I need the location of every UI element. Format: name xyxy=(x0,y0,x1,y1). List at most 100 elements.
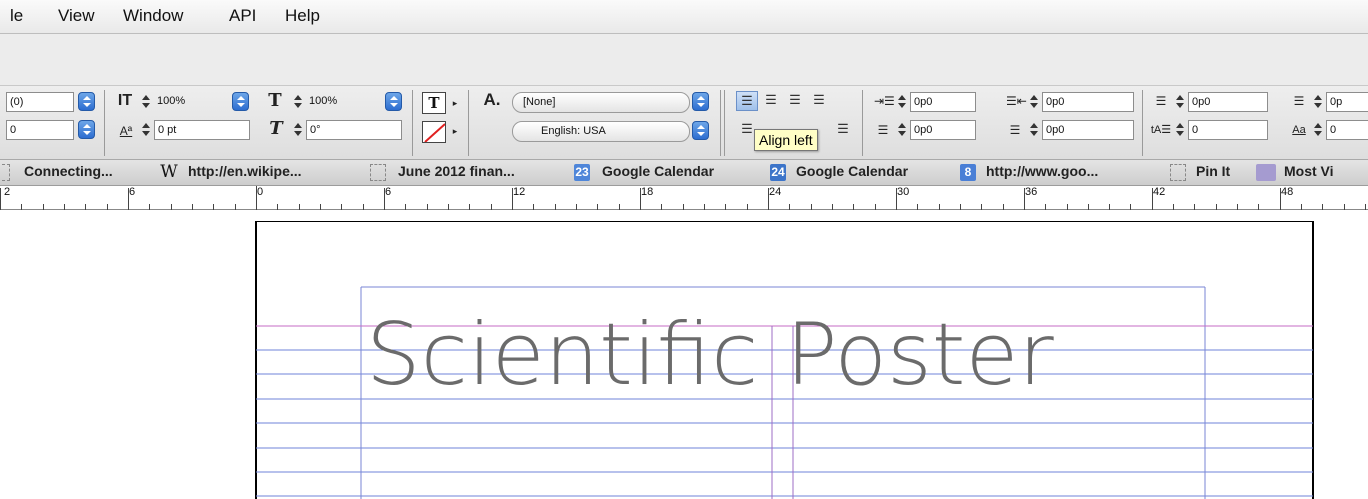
vertical-scale-dropdown-icon[interactable] xyxy=(232,92,249,111)
separator xyxy=(720,90,721,156)
bookmark-google[interactable]: http://www.goo... xyxy=(986,163,1098,179)
last-line-indent-stepper[interactable] xyxy=(1028,121,1040,139)
baseline-shift-field[interactable]: 0 pt xyxy=(154,120,250,140)
bookmark-google-calendar-2[interactable]: Google Calendar xyxy=(796,163,908,179)
left-indent-icon: ⇥☰ xyxy=(874,94,895,108)
align-right-icon[interactable]: ☰ xyxy=(784,91,806,111)
separator xyxy=(412,90,413,156)
horizontal-scale-field[interactable]: 100% xyxy=(306,92,378,112)
last-line-indent-icon: ☰ xyxy=(1009,123,1021,137)
dashed-box-icon xyxy=(370,164,386,181)
chevron-right-icon[interactable]: ▸ xyxy=(450,122,460,140)
dashed-box-icon xyxy=(2,164,10,181)
separator xyxy=(862,90,863,156)
align-center-icon[interactable]: ☰ xyxy=(760,91,782,111)
control-panel: (0) 0 IT 100% Aª 0 pt T 100% T 0° T ▸ ▸ xyxy=(0,86,1368,160)
menu-help[interactable]: Help xyxy=(285,6,320,26)
language-dropdown-icon[interactable] xyxy=(692,121,709,140)
google-icon: 8 xyxy=(960,164,976,181)
drop-cap-chars-field[interactable]: 0 xyxy=(1326,120,1368,140)
space-after-stepper[interactable] xyxy=(1312,93,1324,111)
bookmark-google-calendar-1[interactable]: Google Calendar xyxy=(602,163,714,179)
chevron-right-icon[interactable]: ▸ xyxy=(450,94,460,112)
language-select[interactable]: English: USA xyxy=(512,121,690,142)
left-indent-stepper[interactable] xyxy=(896,93,908,111)
justify-left-icon[interactable]: ☰ xyxy=(808,91,830,111)
ruler-label: 18 xyxy=(641,186,654,198)
menu-window[interactable]: Window xyxy=(123,6,183,26)
character-style-select[interactable]: [None] xyxy=(512,92,690,113)
ruler-label: 2 xyxy=(4,186,11,198)
character-style-dropdown-icon[interactable] xyxy=(692,92,709,111)
drop-cap-lines-stepper[interactable] xyxy=(1174,121,1186,139)
separator xyxy=(104,90,105,156)
ruler-label: 12 xyxy=(513,186,526,198)
align-left-tooltip: Align left xyxy=(754,129,818,151)
space-before-field[interactable]: 0p0 xyxy=(1188,92,1268,112)
fill-text-icon[interactable]: T xyxy=(422,92,446,114)
folder-icon xyxy=(1256,164,1276,181)
wikipedia-icon: W xyxy=(160,162,178,182)
bookmark-wikipedia[interactable]: http://en.wikipe... xyxy=(188,163,302,179)
character-style-icon: A. xyxy=(483,90,501,109)
calendar-24-icon: 24 xyxy=(770,164,786,181)
menu-api[interactable]: API xyxy=(229,6,256,26)
menu-file[interactable]: le xyxy=(10,6,23,26)
align-left-icon[interactable]: ☰ xyxy=(736,91,758,111)
right-indent-field[interactable]: 0p0 xyxy=(1042,92,1134,112)
stroke-none-icon[interactable] xyxy=(422,121,446,143)
indesign-window: le View Window API Help (0) 0 IT 100% Aª… xyxy=(0,0,1368,499)
left-indent-field[interactable]: 0p0 xyxy=(910,92,976,112)
space-after-icon: ☰ xyxy=(1293,94,1305,108)
font-style-dropdown-icon[interactable] xyxy=(78,92,95,111)
baseline-shift-stepper[interactable] xyxy=(140,121,152,139)
ruler-label: 42 xyxy=(1153,186,1166,198)
last-line-indent-field[interactable]: 0p0 xyxy=(1042,120,1134,140)
ruler-label: 24 xyxy=(769,186,782,198)
separator xyxy=(468,90,469,156)
bookmarks-bar: Connecting... W http://en.wikipe... June… xyxy=(0,160,1368,186)
drop-cap-chars-icon: Aa xyxy=(1292,124,1306,136)
bookmark-pin-it[interactable]: Pin It xyxy=(1196,163,1230,179)
space-before-stepper[interactable] xyxy=(1174,93,1186,111)
first-line-indent-field[interactable]: 0p0 xyxy=(910,120,976,140)
font-size-field[interactable]: 0 xyxy=(6,120,74,140)
separator xyxy=(724,90,725,156)
dashed-box-icon xyxy=(1170,164,1186,181)
font-size-dropdown-icon[interactable] xyxy=(78,120,95,139)
drop-cap-lines-field[interactable]: 0 xyxy=(1188,120,1268,140)
skew-icon: T xyxy=(269,118,283,139)
right-indent-icon: ☰⇤ xyxy=(1006,94,1027,108)
vertical-scale-icon: IT xyxy=(117,92,133,109)
skew-field[interactable]: 0° xyxy=(306,120,402,140)
skew-stepper[interactable] xyxy=(292,121,304,139)
right-indent-stepper[interactable] xyxy=(1028,93,1040,111)
bookmark-most-visited[interactable]: Most Vi xyxy=(1284,163,1334,179)
first-line-indent-stepper[interactable] xyxy=(896,121,908,139)
horizontal-ruler[interactable]: 2 6 0 6 12 18 24 30 36 42 48 xyxy=(0,186,1368,210)
horizontal-scale-dropdown-icon[interactable] xyxy=(385,92,402,111)
poster-title[interactable]: Scientific Poster xyxy=(366,305,1054,405)
vertical-scale-stepper[interactable] xyxy=(140,93,152,111)
bookmark-connecting[interactable]: Connecting... xyxy=(24,163,113,179)
ruler-label: 0 xyxy=(257,186,264,198)
ruler-label: 30 xyxy=(897,186,910,198)
bookmark-finance[interactable]: June 2012 finan... xyxy=(398,163,515,179)
vertical-scale-field[interactable]: 100% xyxy=(154,92,226,112)
horizontal-scale-icon: T xyxy=(268,90,282,111)
menu-view[interactable]: View xyxy=(58,6,95,26)
drop-cap-chars-stepper[interactable] xyxy=(1312,121,1324,139)
menu-bar: le View Window API Help xyxy=(0,0,1368,34)
font-style-field[interactable]: (0) xyxy=(6,92,74,112)
justify-all-icon[interactable]: ☰ xyxy=(832,120,854,140)
horizontal-scale-stepper[interactable] xyxy=(292,93,304,111)
calendar-23-icon: 23 xyxy=(574,164,590,181)
space-before-icon: ☰ xyxy=(1155,94,1167,108)
ruler-label: 6 xyxy=(129,186,136,198)
first-line-indent-icon: ☰ xyxy=(877,123,889,137)
space-after-field[interactable]: 0p xyxy=(1326,92,1368,112)
drop-cap-lines-icon: tA☰ xyxy=(1150,124,1172,136)
baseline-shift-icon: Aª xyxy=(119,124,133,138)
ruler-label: 36 xyxy=(1025,186,1038,198)
application-bar xyxy=(0,34,1368,86)
